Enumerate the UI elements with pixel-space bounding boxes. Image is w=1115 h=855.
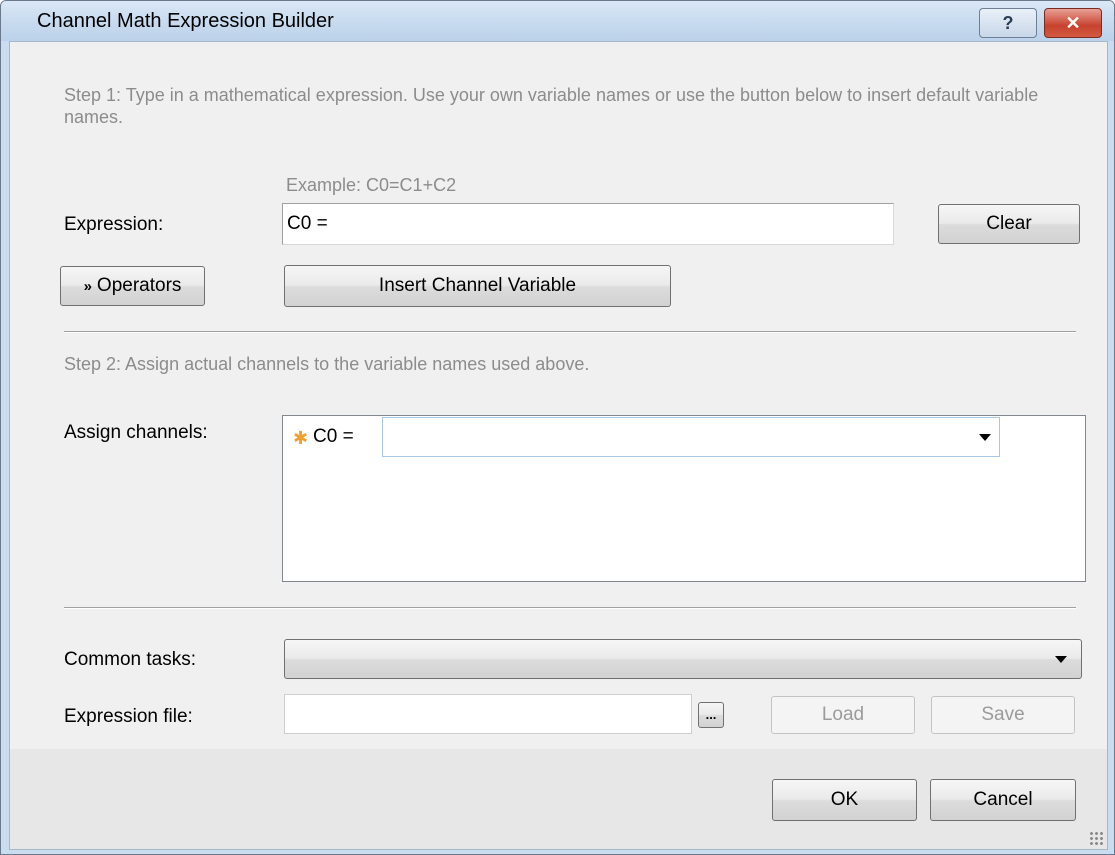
cancel-button[interactable]: Cancel	[930, 779, 1076, 821]
assign-channels-label: Assign channels:	[64, 422, 208, 443]
divider-2	[64, 607, 1076, 609]
operators-button[interactable]: » Operators	[60, 266, 205, 306]
step2-instructions: Step 2: Assign actual channels to the va…	[64, 354, 590, 374]
ok-button[interactable]: OK	[772, 779, 917, 821]
dialog-footer: OK Cancel	[10, 749, 1107, 849]
expression-label: Expression:	[64, 214, 164, 235]
assign-channels-grid: ✱ C0 =	[282, 415, 1086, 582]
expression-value: C0 =	[287, 213, 328, 234]
ellipsis-icon: ...	[705, 707, 717, 722]
dropdown-arrow-icon	[1055, 656, 1067, 663]
clear-button[interactable]: Clear	[938, 204, 1080, 244]
expression-input[interactable]: C0 =	[282, 203, 894, 245]
dropdown-arrow-icon	[979, 434, 991, 441]
close-icon: ✕	[1065, 12, 1081, 33]
dialog-window: Channel Math Expression Builder ? ✕ Step…	[0, 0, 1115, 855]
channel-select[interactable]	[382, 417, 1000, 457]
window-title: Channel Math Expression Builder	[37, 10, 334, 32]
browse-button[interactable]: ...	[698, 702, 724, 728]
common-tasks-select[interactable]	[284, 639, 1082, 679]
required-star-icon: ✱	[293, 428, 309, 448]
divider-1	[64, 331, 1076, 333]
step1-instructions: Step 1: Type in a mathematical expressio…	[64, 85, 1039, 127]
operators-label: Operators	[96, 275, 182, 296]
help-icon: ?	[1002, 12, 1014, 33]
load-button[interactable]: Load	[771, 696, 915, 734]
dialog-client-area: Step 1: Type in a mathematical expressio…	[9, 41, 1108, 850]
save-button[interactable]: Save	[931, 696, 1075, 734]
title-bar[interactable]: Channel Math Expression Builder ? ✕	[1, 1, 1114, 41]
expression-file-input[interactable]	[284, 694, 692, 734]
common-tasks-label: Common tasks:	[64, 649, 196, 670]
expression-example: Example: C0=C1+C2	[286, 175, 457, 195]
resize-grip-icon[interactable]	[1089, 831, 1103, 845]
insert-channel-variable-button[interactable]: Insert Channel Variable	[284, 265, 671, 307]
channel-variable-name: C0 =	[313, 426, 354, 447]
double-chevron-down-icon: »	[83, 277, 92, 295]
help-button[interactable]: ?	[979, 8, 1037, 38]
expression-file-label: Expression file:	[64, 706, 193, 727]
close-button[interactable]: ✕	[1044, 8, 1102, 38]
